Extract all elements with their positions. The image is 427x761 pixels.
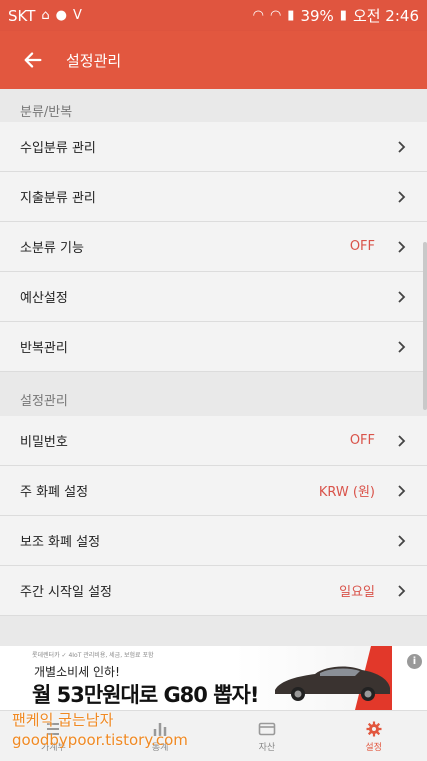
- gear-icon: [366, 721, 382, 736]
- row-label: 지출분류 관리: [20, 191, 96, 206]
- v-app-icon: V: [72, 8, 82, 23]
- chevron-right-icon: [398, 290, 406, 303]
- ad-banner[interactable]: 롯데렌터카 ✓ 4IoT 관리비용, 세금, 보험료 포함 개별소비세 인하! …: [0, 646, 427, 710]
- watermark: 팬케익 굽는남자 goodbypoor.tistory.com: [12, 710, 188, 750]
- app-bar: 설정관리: [0, 31, 427, 89]
- car-image: [275, 666, 390, 701]
- sub-currency-row[interactable]: 보조 화폐 설정: [0, 516, 427, 566]
- chevron-right-icon: [398, 584, 406, 597]
- chevron-right-icon: [398, 484, 406, 497]
- chevron-right-icon: [398, 140, 406, 153]
- section-header: 분류/반복: [0, 89, 427, 122]
- carrier-label: SKT: [8, 6, 36, 25]
- ad-small-text: 롯데렌터카 ✓ 4IoT 관리비용, 세금, 보험료 포함: [32, 652, 154, 659]
- row-label: 주 화폐 설정: [20, 485, 89, 500]
- notification-icon: ⌂: [41, 8, 50, 23]
- arrow-left-icon: [24, 52, 42, 68]
- battery-icon: ▮: [339, 8, 347, 23]
- row-value: OFF: [349, 433, 375, 448]
- row-label: 반복관리: [20, 341, 68, 356]
- row-value: OFF: [349, 239, 375, 254]
- chevron-right-icon: [398, 434, 406, 447]
- scrollbar[interactable]: [423, 242, 427, 410]
- budget-row[interactable]: 예산설정: [0, 272, 427, 322]
- row-label: 비밀번호: [20, 435, 68, 450]
- chevron-right-icon: [398, 534, 406, 547]
- section-header: 설정관리: [0, 390, 427, 416]
- ad-image[interactable]: 롯데렌터카 ✓ 4IoT 관리비용, 세금, 보험료 포함 개별소비세 인하! …: [0, 646, 392, 710]
- settings-list[interactable]: 분류/반복 수입분류 관리 지출분류 관리 소분류 기능 OFF 예산설정 반복…: [0, 89, 427, 646]
- page-title: 설정관리: [66, 51, 122, 70]
- row-label: 보조 화폐 설정: [20, 535, 101, 550]
- row-label: 예산설정: [20, 291, 68, 306]
- pig-icon: ●: [55, 8, 67, 23]
- ad-info-icon[interactable]: i: [407, 654, 422, 669]
- clock: 오전 2:46: [352, 7, 419, 25]
- battery-percent: 39%: [300, 6, 334, 25]
- card-icon: [258, 722, 276, 735]
- watermark-line2: goodbypoor.tistory.com: [12, 731, 188, 749]
- nav-label: 자산: [258, 742, 276, 753]
- ad-headline: 개별소비세 인하!: [34, 665, 120, 679]
- back-button[interactable]: [0, 31, 66, 89]
- expense-category-row[interactable]: 지출분류 관리: [0, 172, 427, 222]
- repeat-row[interactable]: 반복관리: [0, 322, 427, 372]
- section-divider: [0, 372, 427, 390]
- ad-main-text: 월 53만원대로 G80 뽑자!: [32, 683, 259, 707]
- row-value: 일요일: [339, 585, 375, 600]
- signal-icon: ▮: [287, 8, 295, 23]
- nav-settings[interactable]: 설정: [320, 711, 427, 761]
- row-label: 주간 시작일 설정: [20, 585, 112, 600]
- chevron-right-icon: [398, 190, 406, 203]
- password-row[interactable]: 비밀번호 OFF: [0, 416, 427, 466]
- wifi-icon: ◠: [269, 8, 282, 23]
- income-category-row[interactable]: 수입분류 관리: [0, 122, 427, 172]
- status-bar: SKT ⌂ ● V ◠ ◠ ▮ 39% ▮ 오전 2:46: [0, 0, 427, 31]
- wifi-calling-icon: ◠: [252, 8, 264, 23]
- nav-assets[interactable]: 자산: [214, 711, 321, 761]
- chevron-right-icon: [398, 240, 406, 253]
- nav-label: 설정: [365, 742, 382, 753]
- row-value: KRW (원): [318, 485, 375, 500]
- chevron-right-icon: [398, 340, 406, 353]
- row-label: 소분류 기능: [20, 241, 84, 256]
- week-start-row[interactable]: 주간 시작일 설정 일요일: [0, 566, 427, 616]
- watermark-line1: 팬케익 굽는남자: [12, 711, 114, 729]
- main-currency-row[interactable]: 주 화폐 설정 KRW (원): [0, 466, 427, 516]
- subcategory-row[interactable]: 소분류 기능 OFF: [0, 222, 427, 272]
- row-label: 수입분류 관리: [20, 141, 96, 156]
